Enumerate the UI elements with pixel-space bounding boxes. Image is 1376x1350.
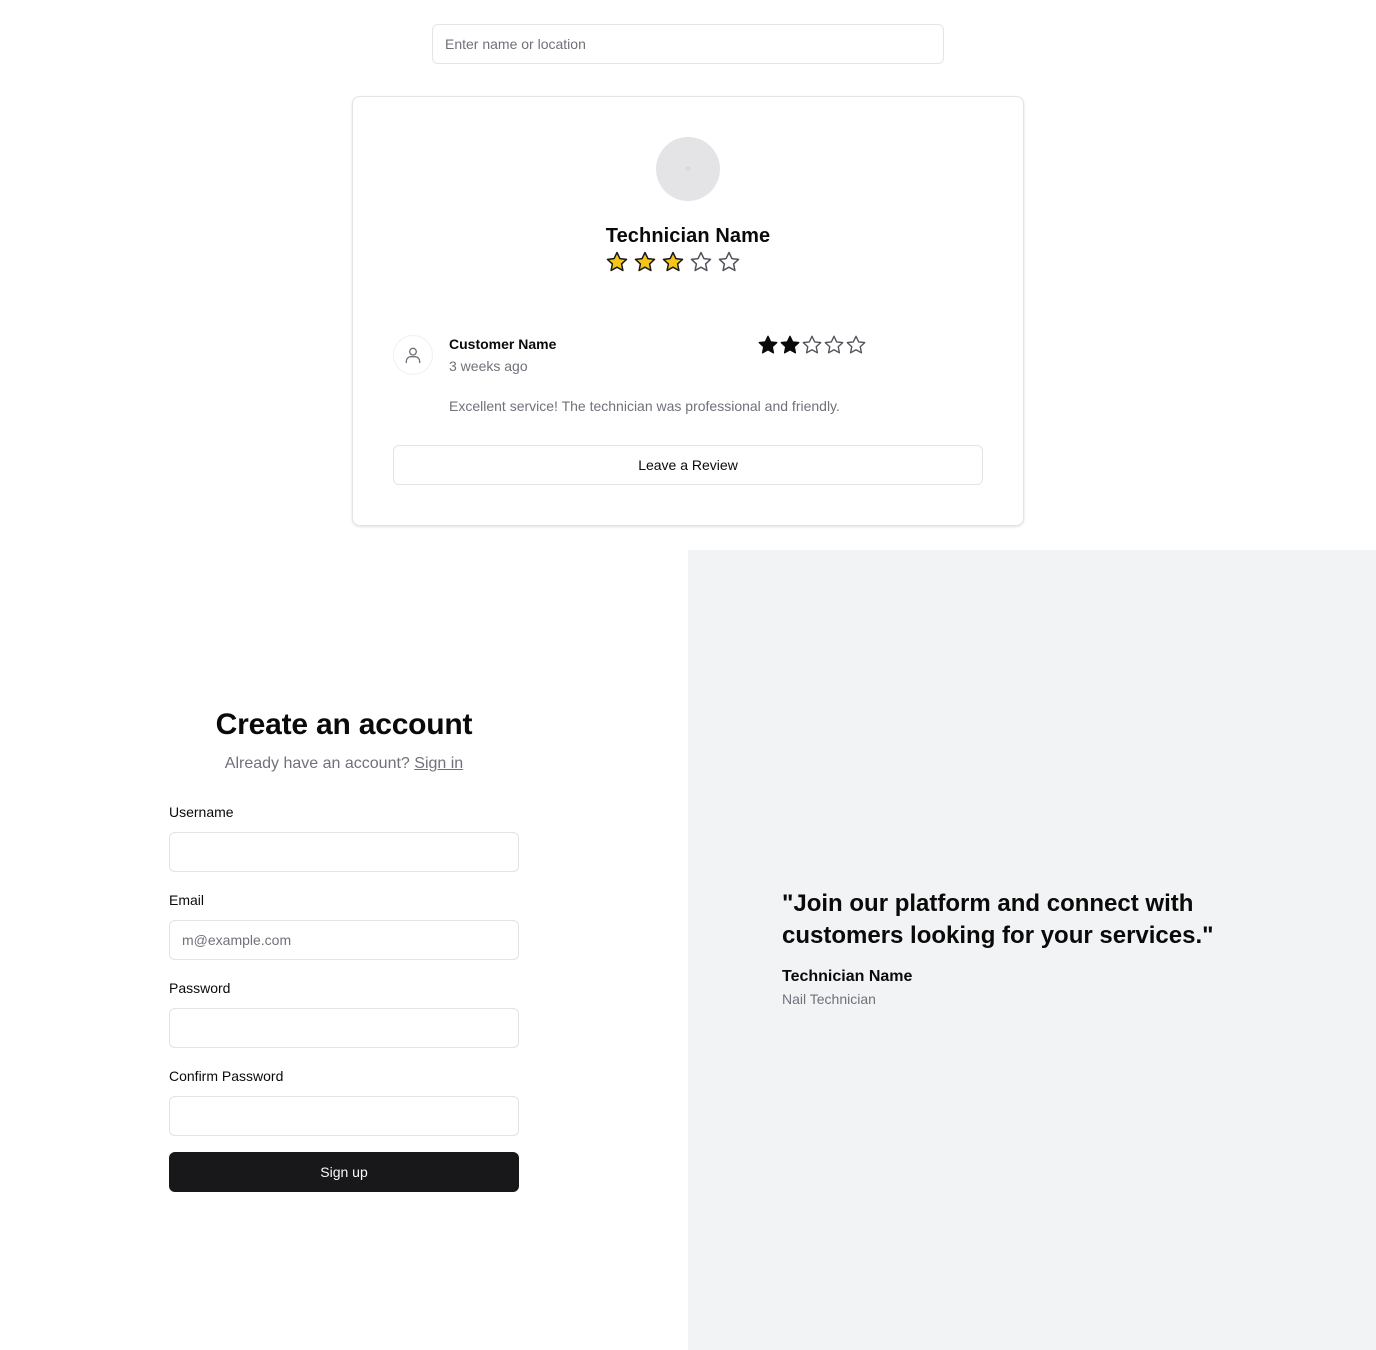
- star-filled-icon: [758, 335, 778, 354]
- user-icon: [405, 347, 421, 364]
- customer-avatar: [393, 335, 433, 375]
- technician-rating: [605, 250, 741, 274]
- email-field[interactable]: [169, 920, 519, 960]
- review-rating: [757, 334, 867, 356]
- star-empty-icon: [690, 251, 712, 272]
- username-label: Username: [169, 804, 234, 820]
- page-title: Create an account: [215, 708, 473, 741]
- testimonial-panel: "Join our platform and connect with cust…: [688, 550, 1376, 1350]
- search-input[interactable]: [432, 24, 944, 64]
- star-filled-icon: [634, 251, 656, 272]
- username-field[interactable]: [169, 832, 519, 872]
- star-empty-icon: [846, 335, 866, 354]
- star-filled-icon: [662, 251, 684, 272]
- customer-name: Customer Name: [449, 336, 557, 352]
- star-empty-icon: [824, 335, 844, 354]
- sign-up-button[interactable]: Sign up: [169, 1152, 519, 1192]
- email-label: Email: [169, 892, 205, 908]
- signin-prompt: Already have an account? Sign in: [0, 755, 688, 773]
- signup-section: Create an account Already have an accoun…: [0, 550, 688, 1350]
- star-filled-icon: [606, 251, 628, 272]
- leave-review-button[interactable]: Leave a Review: [393, 445, 983, 485]
- technician-card: Technician Name Customer Name 3 weeks ag…: [352, 96, 1024, 526]
- star-empty-icon: [718, 251, 740, 272]
- technician-name: Technician Name: [605, 225, 771, 247]
- confirm-password-field[interactable]: [169, 1096, 519, 1136]
- review-text: Excellent service! The technician was pr…: [449, 398, 840, 414]
- testimonial-role: Nail Technician: [782, 991, 876, 1007]
- star-empty-icon: [802, 335, 822, 354]
- confirm-password-label: Confirm Password: [169, 1068, 284, 1084]
- star-filled-icon: [780, 335, 800, 354]
- technician-avatar: [656, 137, 720, 201]
- sign-in-link[interactable]: Sign in: [414, 755, 463, 772]
- review-timestamp: 3 weeks ago: [449, 358, 528, 374]
- password-field[interactable]: [169, 1008, 519, 1048]
- testimonial-quote: "Join our platform and connect with cust…: [782, 890, 1214, 949]
- testimonial-author: Technician Name: [782, 968, 913, 985]
- signin-prompt-text: Already have an account?: [224, 755, 410, 772]
- avatar-placeholder-icon: [686, 167, 690, 171]
- password-label: Password: [169, 980, 231, 996]
